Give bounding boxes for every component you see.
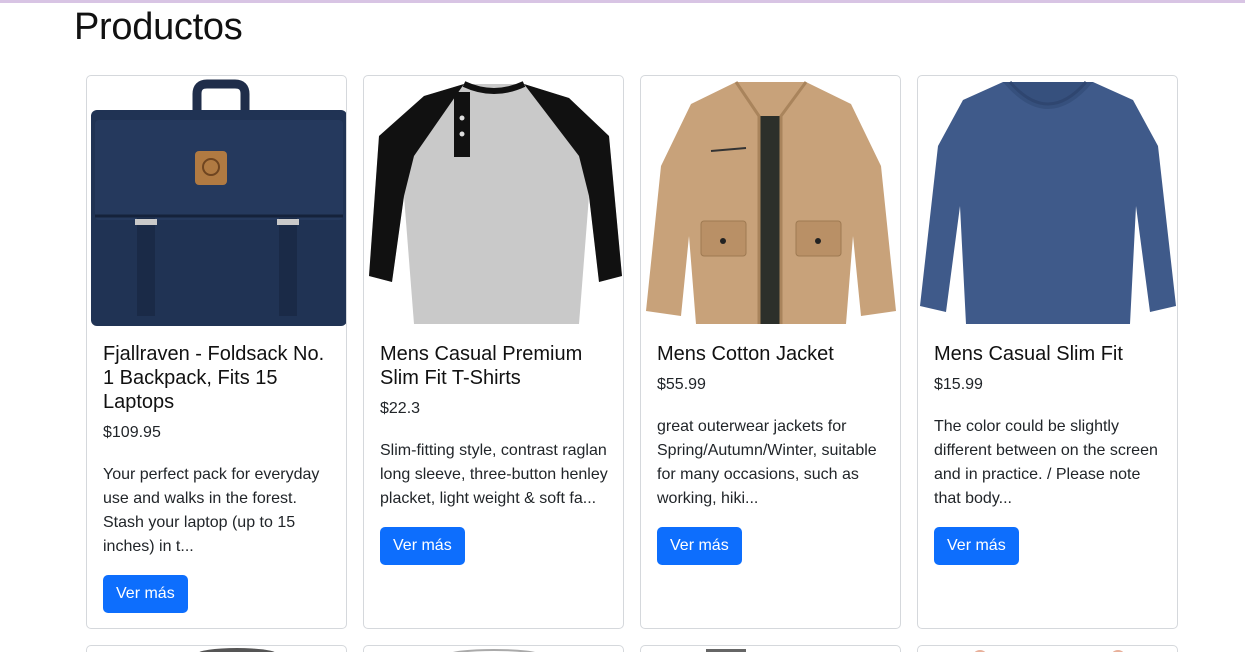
ver-mas-button[interactable]: Ver más bbox=[657, 527, 742, 565]
ver-mas-button[interactable]: Ver más bbox=[380, 527, 465, 565]
product-description: Your perfect pack for everyday use and w… bbox=[103, 466, 320, 555]
window-top-border bbox=[0, 0, 1245, 3]
product-title: Mens Casual Premium Slim Fit T-Shirts bbox=[380, 343, 583, 389]
product-card-next-row bbox=[917, 645, 1178, 652]
backpack-image[interactable] bbox=[87, 76, 346, 328]
jacket-image[interactable] bbox=[641, 76, 900, 328]
product-description: great outerwear jackets for Spring/Autum… bbox=[657, 418, 877, 507]
long-sleeve-shirt-image[interactable] bbox=[918, 76, 1177, 328]
page-title: Productos bbox=[74, 6, 243, 48]
ver-mas-button[interactable]: Ver más bbox=[103, 575, 188, 613]
product-price: $22.3 bbox=[380, 400, 421, 417]
product-card-next-row bbox=[86, 645, 347, 652]
product-card-next-row bbox=[363, 645, 624, 652]
product-price: $15.99 bbox=[934, 376, 983, 393]
product-price: $109.95 bbox=[103, 424, 161, 441]
product-description: The color could be slightly different be… bbox=[934, 418, 1158, 507]
product-title: Mens Casual Slim Fit bbox=[934, 343, 1123, 365]
product-card: Mens Casual Slim Fit $15.99 The color co… bbox=[917, 75, 1178, 629]
ver-mas-button[interactable]: Ver más bbox=[934, 527, 1019, 565]
product-title: Mens Cotton Jacket bbox=[657, 343, 834, 365]
product-card-next-row bbox=[640, 645, 901, 652]
product-description: Slim-fitting style, contrast raglan long… bbox=[380, 442, 608, 507]
product-price: $55.99 bbox=[657, 376, 706, 393]
product-card: Fjallraven - Foldsack No. 1 Backpack, Fi… bbox=[86, 75, 347, 629]
product-title: Fjallraven - Foldsack No. 1 Backpack, Fi… bbox=[103, 343, 325, 413]
raglan-shirt-image[interactable] bbox=[364, 76, 623, 328]
product-card: Mens Casual Premium Slim Fit T-Shirts $2… bbox=[363, 75, 624, 629]
product-card: Mens Cotton Jacket $55.99 great outerwea… bbox=[640, 75, 901, 629]
